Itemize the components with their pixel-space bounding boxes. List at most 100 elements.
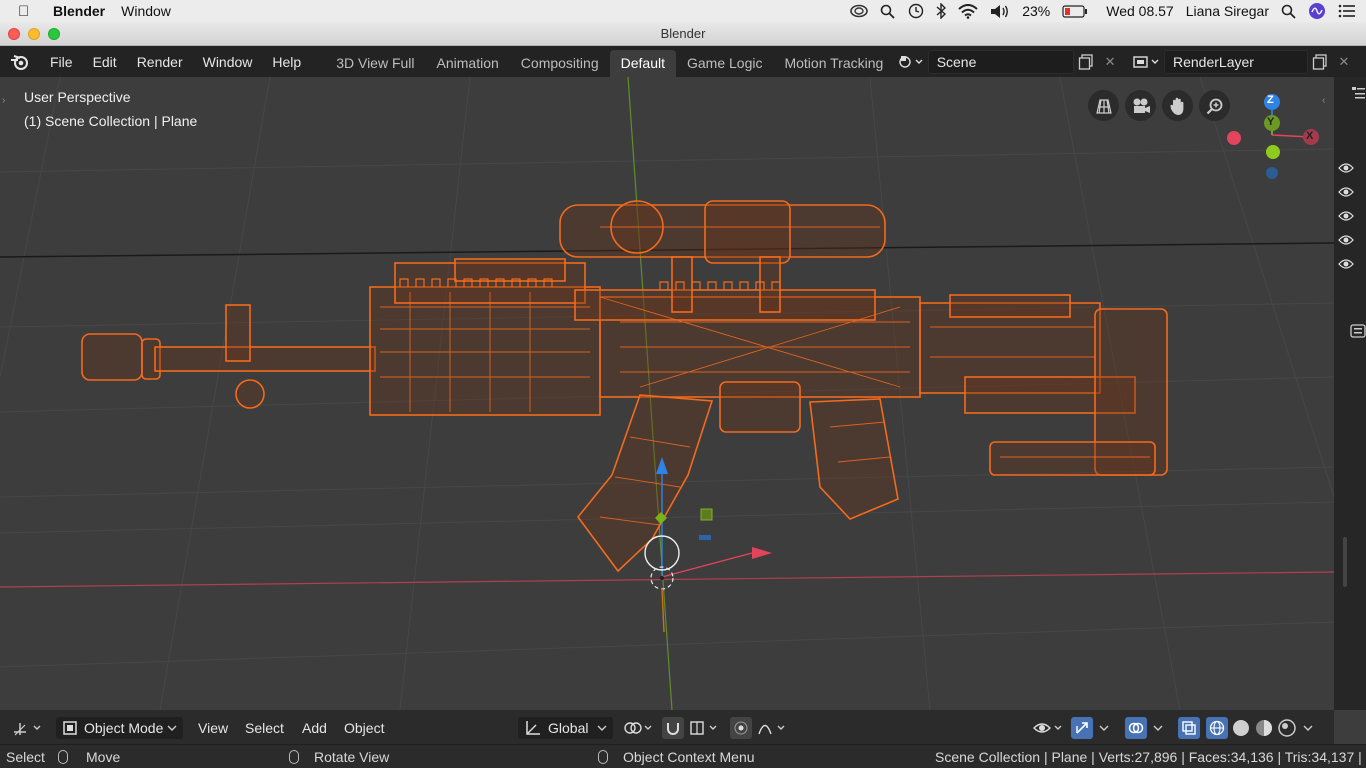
gizmo-x-label[interactable]: X	[1306, 130, 1313, 142]
blender-topbar: File Edit Render Window Help 3D View Ful…	[0, 46, 1366, 77]
rifle-wireframe	[81, 200, 1168, 573]
status-move: Move	[86, 749, 121, 765]
sidebar-expand-arrow-icon[interactable]: ‹	[1322, 95, 1325, 106]
viewport-scene[interactable]	[0, 77, 1334, 710]
shading-dropdown-chevron-icon[interactable]	[1302, 717, 1314, 739]
wifi-icon[interactable]	[958, 3, 978, 19]
apple-icon[interactable]: 	[18, 3, 38, 20]
delete-scene-icon[interactable]: ✕	[1098, 50, 1122, 74]
gizmo-dropdown-chevron-icon[interactable]	[1098, 717, 1110, 739]
creative-cloud-icon[interactable]	[850, 4, 869, 18]
wireframe-shading-icon[interactable]	[1206, 717, 1228, 739]
workspace-tabs: 3D View Full Animation Compositing Defau…	[325, 46, 894, 77]
volume-icon[interactable]	[990, 4, 1010, 19]
window-title: Blender	[660, 26, 706, 41]
time-machine-icon[interactable]	[907, 3, 924, 19]
proportional-falloff-dropdown[interactable]	[758, 717, 790, 739]
object-mode-icon	[63, 721, 77, 735]
search-icon[interactable]	[1281, 4, 1296, 19]
close-window-button[interactable]	[8, 28, 20, 40]
3d-view-editor-icon	[14, 723, 41, 736]
menu-render[interactable]: Render	[127, 54, 193, 70]
tab-compositing[interactable]: Compositing	[510, 50, 610, 77]
pivot-point-dropdown[interactable]	[622, 717, 656, 739]
header-menu-object[interactable]: Object	[344, 717, 384, 739]
clock[interactable]: Wed 08.57	[1106, 3, 1173, 19]
scene-selector: Scene ✕	[894, 49, 1122, 74]
battery-percent[interactable]: 23%	[1022, 3, 1050, 19]
snap-increment-icon	[690, 721, 717, 735]
tab-motion-tracking[interactable]: Motion Tracking	[773, 50, 894, 77]
mac-menubar:  Blender Window 23% Wed 08.57 Liana Sir…	[0, 0, 1366, 22]
scene-icon[interactable]	[894, 50, 928, 74]
pan-hand-icon[interactable]	[1162, 90, 1193, 121]
viewport-header: Object Mode View Select Add Object Globa…	[0, 710, 1334, 744]
3d-viewport[interactable]: User Perspective (1) Scene Collection | …	[0, 77, 1334, 710]
viewport-collection-label: (1) Scene Collection | Plane	[24, 113, 198, 129]
visibility-eye-icon[interactable]	[1338, 210, 1354, 222]
new-render-layer-icon[interactable]	[1308, 50, 1332, 74]
header-menu-select[interactable]: Select	[245, 717, 284, 739]
render-layer-icon[interactable]	[1128, 50, 1164, 74]
header-menu-view[interactable]: View	[198, 717, 228, 739]
properties-editor-icon[interactable]	[1350, 323, 1366, 339]
window-menu[interactable]: Window	[121, 3, 171, 19]
tab-game-logic[interactable]: Game Logic	[676, 50, 773, 77]
visibility-eye-icon[interactable]	[1338, 162, 1354, 174]
toolbar-expand-arrow-icon[interactable]: ›	[2, 95, 5, 106]
window-titlebar: Blender	[0, 22, 1366, 46]
visibility-dropdown[interactable]	[1032, 717, 1066, 739]
minimize-window-button[interactable]	[28, 28, 40, 40]
eye-dropdown-icon	[1033, 723, 1062, 733]
xray-toggle-icon[interactable]	[1178, 717, 1200, 739]
visibility-eye-icon[interactable]	[1338, 186, 1354, 198]
menu-edit[interactable]: Edit	[83, 54, 127, 70]
snap-toggle-icon[interactable]	[662, 717, 684, 739]
properties-scrollbar[interactable]	[1343, 537, 1347, 587]
transform-orientation-dropdown[interactable]: Global	[518, 717, 613, 739]
chevron-down-icon	[597, 725, 607, 731]
menu-file[interactable]: File	[40, 54, 83, 70]
zoom-window-button[interactable]	[48, 28, 60, 40]
user-name[interactable]: Liana Siregar	[1186, 3, 1269, 19]
blender-logo-icon[interactable]	[0, 54, 40, 70]
spotlight-search-icon[interactable]	[880, 4, 895, 19]
tab-3d-view-full[interactable]: 3D View Full	[325, 50, 425, 77]
notification-center-icon[interactable]	[1338, 4, 1356, 18]
scene-field[interactable]: Scene	[927, 49, 1075, 74]
battery-icon[interactable]	[1062, 4, 1088, 18]
editor-type-dropdown[interactable]	[12, 717, 42, 739]
mode-dropdown[interactable]: Object Mode	[56, 717, 183, 739]
proportional-editing-icon[interactable]	[730, 717, 752, 739]
gizmo-toggle-icon[interactable]	[1071, 717, 1093, 739]
rendered-shading-icon[interactable]	[1277, 717, 1297, 739]
mouse-right-icon	[598, 749, 616, 765]
status-context-menu: Object Context Menu	[623, 749, 755, 765]
render-layer-field[interactable]: RenderLayer	[1164, 49, 1308, 74]
outliner-editor-icon[interactable]	[1350, 85, 1366, 101]
camera-view-icon[interactable]	[1125, 90, 1156, 121]
menu-help[interactable]: Help	[262, 54, 311, 70]
mouse-middle-icon	[289, 749, 307, 765]
overlays-toggle-icon[interactable]	[1125, 717, 1147, 739]
new-scene-icon[interactable]	[1074, 50, 1098, 74]
menu-window[interactable]: Window	[193, 54, 263, 70]
visibility-eye-icon[interactable]	[1338, 234, 1354, 246]
solid-shading-icon[interactable]	[1231, 717, 1251, 739]
delete-render-layer-icon[interactable]: ✕	[1332, 50, 1356, 74]
tab-animation[interactable]: Animation	[426, 50, 510, 77]
tab-default[interactable]: Default	[609, 50, 676, 77]
gizmo-z-label[interactable]: Z	[1267, 94, 1274, 106]
app-menu[interactable]: Blender	[53, 3, 105, 19]
bluetooth-icon[interactable]	[936, 3, 947, 19]
header-menu-add[interactable]: Add	[302, 717, 327, 739]
visibility-eye-icon[interactable]	[1338, 258, 1354, 270]
status-select: Select	[6, 749, 45, 765]
perspective-toggle-icon[interactable]	[1088, 90, 1119, 121]
zoom-icon[interactable]	[1199, 90, 1230, 121]
snap-target-dropdown[interactable]	[690, 717, 722, 739]
material-shading-icon[interactable]	[1254, 717, 1274, 739]
siri-icon[interactable]	[1308, 2, 1326, 20]
gizmo-y-label[interactable]: Y	[1267, 116, 1274, 128]
overlays-dropdown-chevron-icon[interactable]	[1152, 717, 1164, 739]
